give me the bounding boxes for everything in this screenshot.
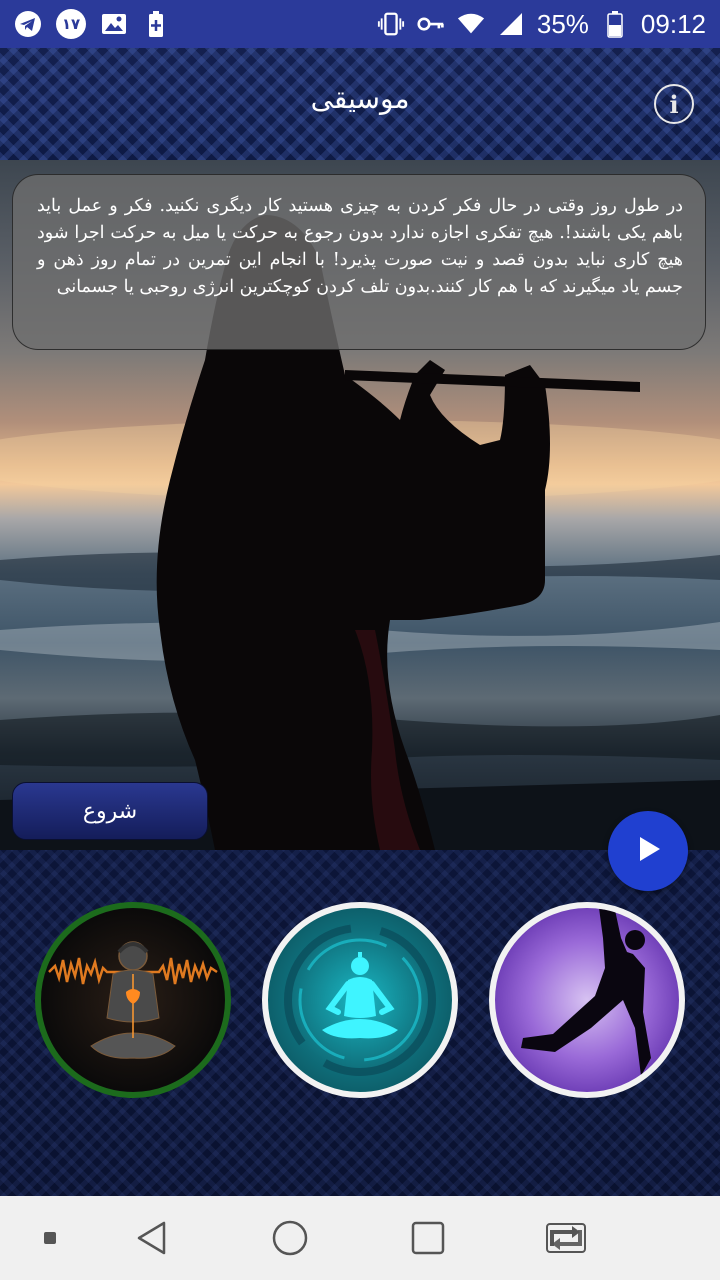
meditation-sound-icon [48, 941, 218, 1059]
app-screen: ۱۷ 35% 09:12 موسیقی i در طول روز وقتی در… [0, 0, 720, 1280]
start-button[interactable]: شروع [12, 782, 208, 840]
home-icon [272, 1220, 308, 1256]
status-left: ۱۷ [14, 8, 170, 40]
dot-icon [44, 1232, 56, 1244]
music-meditation-button[interactable] [35, 902, 231, 1098]
wifi-icon [457, 10, 485, 38]
yoga-pose-button[interactable] [489, 902, 685, 1098]
battery-icon [601, 10, 629, 38]
telegram-icon [14, 10, 42, 38]
dot-button[interactable] [28, 1216, 72, 1260]
app-header: موسیقی i [0, 48, 720, 160]
clock: 09:12 [640, 9, 706, 39]
info-button[interactable]: i [654, 84, 694, 124]
vibrate-icon [377, 10, 405, 38]
play-icon [633, 834, 663, 868]
rotate-icon [546, 1223, 586, 1253]
play-button[interactable] [608, 811, 688, 891]
back-button[interactable] [130, 1216, 174, 1260]
recents-icon [411, 1221, 445, 1255]
triangle-pose-icon [521, 908, 651, 1076]
info-icon: i [669, 89, 679, 119]
key-icon [417, 10, 445, 38]
status-bar: ۱۷ 35% 09:12 [0, 0, 720, 48]
notification-count-badge: ۱۷ [56, 9, 86, 39]
status-right: 35% 09:12 [377, 8, 706, 40]
home-button[interactable] [268, 1216, 312, 1260]
image-icon [100, 10, 128, 38]
signal-icon [497, 10, 525, 38]
back-icon [137, 1221, 166, 1255]
yoga-meditation-button[interactable] [262, 902, 458, 1098]
navigation-bar [0, 1196, 720, 1280]
battery-plus-icon [142, 10, 170, 38]
page-title: موسیقی [310, 82, 410, 115]
lotus-pose-icon [284, 924, 436, 1076]
recents-button[interactable] [406, 1216, 450, 1260]
rotate-button[interactable] [544, 1216, 588, 1260]
description-box: در طول روز وقتی در حال فکر کردن به چیزی … [12, 174, 706, 350]
battery-percent: 35% [536, 9, 589, 39]
